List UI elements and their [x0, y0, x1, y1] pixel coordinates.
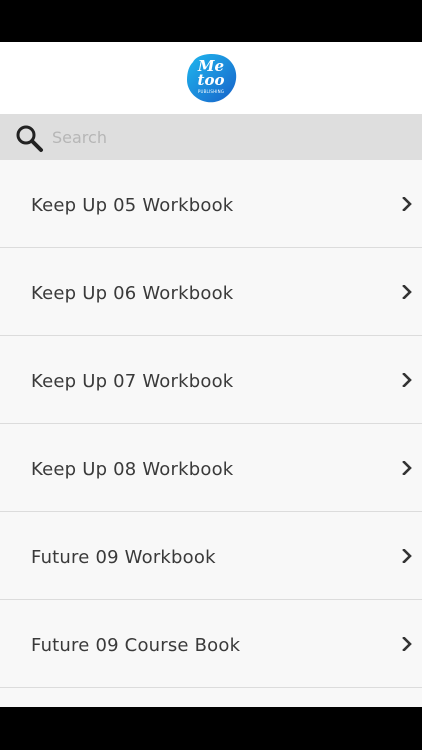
search-input[interactable] — [52, 123, 402, 151]
bottom-bar — [0, 707, 422, 750]
list-item-label: Keep Up 05 Workbook — [31, 195, 234, 216]
list-item-label: Future 09 Course Book — [31, 635, 241, 656]
search-bar — [0, 114, 422, 160]
list-item[interactable]: Keep Up 08 Workbook — [0, 424, 422, 512]
list-item[interactable]: Keep Up 05 Workbook — [0, 160, 422, 248]
list-item[interactable]: Future 09 Course Book — [0, 600, 422, 688]
book-list: Keep Up 05 Workbook Keep Up 06 Workbook … — [0, 160, 422, 707]
chevron-right-icon — [402, 548, 412, 564]
chevron-right-icon — [402, 460, 412, 476]
list-item[interactable] — [0, 688, 422, 707]
chevron-right-icon — [402, 284, 412, 300]
chevron-right-icon — [402, 196, 412, 212]
logo-subtitle: PUBLISHING — [197, 89, 225, 94]
chevron-right-icon — [402, 372, 412, 388]
metoo-logo: Me too PUBLISHING — [183, 50, 239, 106]
chevron-right-icon — [402, 636, 412, 652]
logo-text-line2: too — [197, 71, 225, 89]
list-item-label: Future 09 Workbook — [31, 547, 216, 568]
status-bar — [0, 0, 422, 42]
search-icon[interactable] — [14, 123, 44, 153]
app-header: Me too PUBLISHING — [0, 42, 422, 114]
list-item-label: Keep Up 06 Workbook — [31, 283, 234, 304]
list-item-label: Keep Up 07 Workbook — [31, 371, 234, 392]
list-item-label: Keep Up 08 Workbook — [31, 459, 234, 480]
list-item[interactable]: Keep Up 06 Workbook — [0, 248, 422, 336]
list-item[interactable]: Keep Up 07 Workbook — [0, 336, 422, 424]
list-item[interactable]: Future 09 Workbook — [0, 512, 422, 600]
